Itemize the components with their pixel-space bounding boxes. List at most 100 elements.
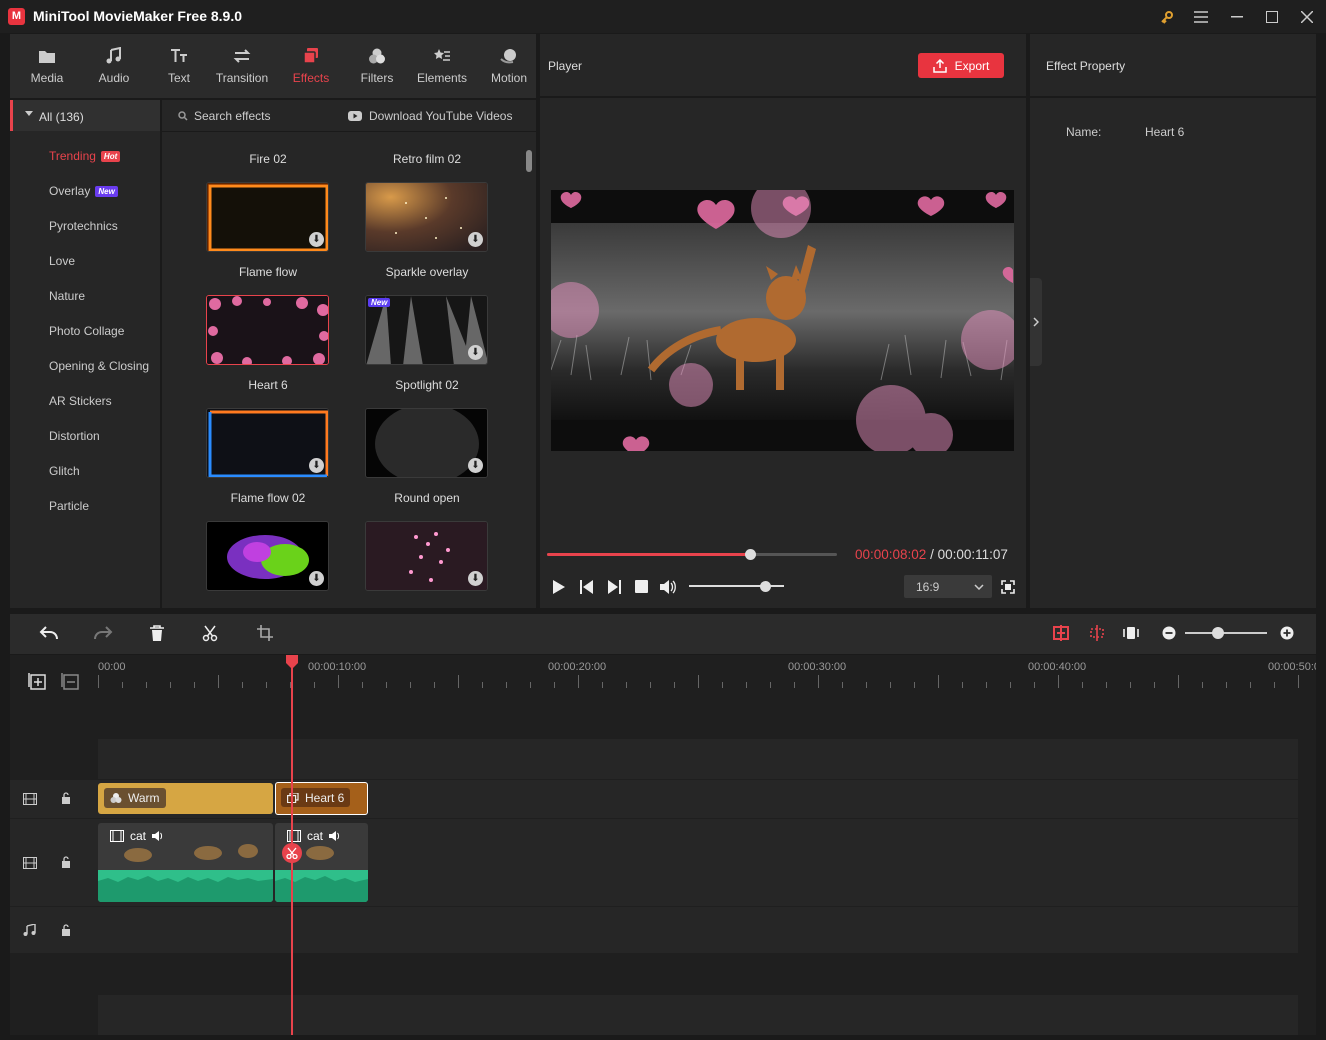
- tab-text[interactable]: Text: [146, 34, 212, 98]
- effect-thumb-round-open[interactable]: ⬇: [365, 408, 488, 478]
- close-button[interactable]: [1290, 0, 1324, 33]
- menu-icon[interactable]: [1184, 0, 1218, 33]
- media-icon: [39, 51, 55, 63]
- category-glitch[interactable]: Glitch: [49, 464, 80, 478]
- maximize-button[interactable]: [1255, 0, 1289, 33]
- snap-button[interactable]: [1053, 625, 1069, 644]
- tab-audio[interactable]: Audio: [81, 34, 147, 98]
- download-icon[interactable]: ⬇: [468, 458, 483, 473]
- crop-button[interactable]: [257, 625, 273, 644]
- property-title: Effect Property: [1046, 59, 1126, 73]
- effects-icon: [303, 48, 318, 64]
- transition-icon: [233, 49, 251, 63]
- audio-track[interactable]: [98, 907, 1298, 953]
- tab-elements[interactable]: Elements: [409, 34, 475, 98]
- progress-track[interactable]: [547, 553, 837, 556]
- zoom-out-button[interactable]: [1162, 626, 1176, 643]
- tab-motion[interactable]: Motion: [476, 34, 542, 98]
- export-button[interactable]: Export: [918, 53, 1004, 78]
- category-opening-closing[interactable]: Opening & Closing: [49, 359, 149, 373]
- key-icon[interactable]: [1150, 0, 1184, 33]
- lock-icon[interactable]: [61, 924, 71, 939]
- search-effects[interactable]: Search effects: [178, 109, 271, 123]
- property-name-label: Name:: [1066, 125, 1102, 139]
- category-all[interactable]: All (136): [10, 100, 160, 131]
- delete-button[interactable]: [149, 625, 165, 645]
- redo-button[interactable]: [93, 625, 113, 644]
- video-clip-cat[interactable]: cat: [98, 823, 273, 902]
- category-particle[interactable]: Particle: [49, 499, 89, 513]
- remove-track-button[interactable]: [61, 672, 79, 693]
- add-track-button[interactable]: [28, 672, 46, 693]
- category-photo-collage[interactable]: Photo Collage: [49, 324, 124, 338]
- empty-track[interactable]: [98, 954, 1298, 994]
- effect-thumb-color-blob[interactable]: ⬇: [206, 521, 329, 591]
- tab-transition[interactable]: Transition: [209, 34, 275, 98]
- video-clip-label: cat: [130, 829, 147, 843]
- tab-elements-label: Elements: [416, 71, 468, 85]
- download-icon[interactable]: ⬇: [468, 571, 483, 586]
- category-trending[interactable]: Trending Hot: [49, 149, 121, 163]
- stop-button[interactable]: [635, 580, 649, 597]
- zoom-in-icon: [1280, 626, 1294, 640]
- effect-thumb-flame-flow[interactable]: ⬇: [206, 182, 329, 252]
- category-nature[interactable]: Nature: [49, 289, 85, 303]
- zoom-in-button[interactable]: [1280, 626, 1294, 643]
- player-panel: Player Export 00:00:08:02 / 00:00:11:07 …: [540, 34, 1026, 608]
- player-title: Player: [548, 59, 583, 73]
- filter-clip-warm[interactable]: Warm: [98, 783, 273, 814]
- zoom-handle[interactable]: [1211, 627, 1224, 639]
- tab-effects-label: Effects: [292, 71, 330, 85]
- download-icon[interactable]: ⬇: [468, 232, 483, 247]
- category-overlay[interactable]: Overlay New: [49, 184, 118, 198]
- effect-thumb-heart-6[interactable]: [206, 295, 329, 365]
- caret-down-icon: [25, 111, 33, 116]
- undo-button[interactable]: [39, 625, 59, 644]
- fullscreen-button[interactable]: [1001, 580, 1015, 597]
- effect-clip-heart-6[interactable]: Heart 6: [275, 782, 368, 815]
- expand-panel-handle[interactable]: [1030, 278, 1042, 366]
- category-ar-stickers[interactable]: AR Stickers: [49, 394, 112, 408]
- effect-thumb-flame-flow-02[interactable]: ⬇: [206, 408, 329, 478]
- search-effects-placeholder: Search effects: [194, 109, 271, 123]
- empty-track[interactable]: [98, 739, 1298, 779]
- effects-scrollbar[interactable]: [526, 150, 532, 172]
- empty-track[interactable]: [98, 995, 1298, 1035]
- trash-icon: [150, 625, 164, 641]
- timeline-ruler[interactable]: 00:00 00:00:10:00 00:00:20:00 00:00:30:0…: [98, 655, 1316, 695]
- play-button[interactable]: [552, 579, 566, 598]
- volume-handle[interactable]: [760, 581, 771, 592]
- download-icon[interactable]: ⬇: [309, 571, 324, 586]
- effect-thumb-spotlight-02[interactable]: New ⬇: [365, 295, 488, 365]
- aspect-ratio-select[interactable]: 16:9: [904, 575, 992, 598]
- download-icon[interactable]: ⬇: [468, 345, 483, 360]
- video-preview[interactable]: [551, 190, 1014, 451]
- category-love[interactable]: Love: [49, 254, 75, 268]
- chevron-down-icon: [974, 583, 984, 590]
- download-icon[interactable]: ⬇: [309, 232, 324, 247]
- tab-filters[interactable]: Filters: [344, 34, 410, 98]
- progress-handle[interactable]: [745, 549, 756, 560]
- lock-icon[interactable]: [61, 792, 71, 807]
- next-frame-button[interactable]: [607, 580, 621, 597]
- empty-track[interactable]: [98, 698, 1298, 738]
- zoom-track[interactable]: [1185, 632, 1267, 634]
- effect-thumb-pink-sparkles[interactable]: ⬇: [365, 521, 488, 591]
- split-audio-button[interactable]: [1089, 625, 1105, 644]
- lock-icon[interactable]: [61, 856, 71, 871]
- download-youtube-button[interactable]: Download YouTube Videos: [348, 109, 512, 123]
- tab-media[interactable]: Media: [14, 34, 80, 98]
- playhead-handle[interactable]: [285, 655, 299, 669]
- category-pyrotechnics[interactable]: Pyrotechnics: [49, 219, 118, 233]
- effect-thumb-sparkle-overlay[interactable]: ⬇: [365, 182, 488, 252]
- split-here-button[interactable]: [282, 843, 302, 863]
- volume-icon: [329, 831, 340, 841]
- download-icon[interactable]: ⬇: [309, 458, 324, 473]
- previous-frame-button[interactable]: [580, 580, 594, 597]
- split-button[interactable]: [202, 625, 218, 645]
- volume-button[interactable]: [660, 580, 678, 597]
- minimize-button[interactable]: [1220, 0, 1254, 33]
- tab-effects[interactable]: Effects: [278, 34, 344, 98]
- category-distortion[interactable]: Distortion: [49, 429, 100, 443]
- fit-button[interactable]: [1123, 625, 1139, 644]
